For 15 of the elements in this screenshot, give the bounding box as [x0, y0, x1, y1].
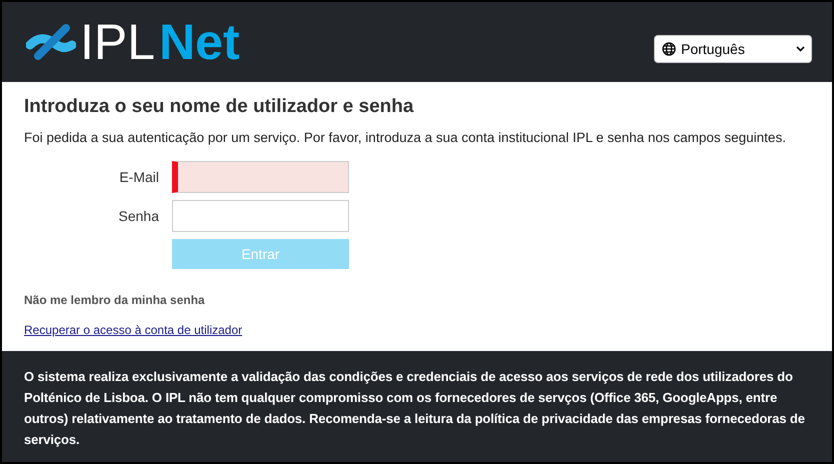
- language-select[interactable]: Português: [654, 35, 812, 63]
- globe-icon: [662, 42, 676, 56]
- field-label: Senha: [118, 208, 159, 224]
- privacy-notice: O sistema realiza exclusivamente a validação das condições e credenciais de acesso aos serviços de rede dos utilizadores do Polténico de Lisboa. O IPL não tem qualquer compromisso com os fornecedores de servços (Office 365, GoogleApps, entre outros) relativamente ao tratamento de dados. Recomenda-se a leitura da política de privacidade das empresas fornecedoras de serviços.: [24, 368, 806, 449]
- intro-text: Foi pedida a sua autenticação por um serviço. Por favor, introduza a sua conta institucional IPL e senha nos campos seguintes.: [24, 130, 787, 145]
- recover-link[interactable]: Recuperar o acesso à conta de utilizador: [24, 323, 242, 337]
- input-field[interactable]: [172, 200, 349, 232]
- forgot-heading: Não me lembro da minha senha: [24, 293, 206, 307]
- field-label: E-Mail: [118, 169, 159, 185]
- login-title: Introduza o seu nome de utilizador e senha: [24, 96, 415, 118]
- logo-text: Net: [159, 17, 240, 67]
- logo-icon: [26, 23, 76, 61]
- logo-text: IPL: [80, 17, 156, 67]
- input-field[interactable]: [172, 161, 349, 193]
- chevron-down-icon: [796, 46, 805, 52]
